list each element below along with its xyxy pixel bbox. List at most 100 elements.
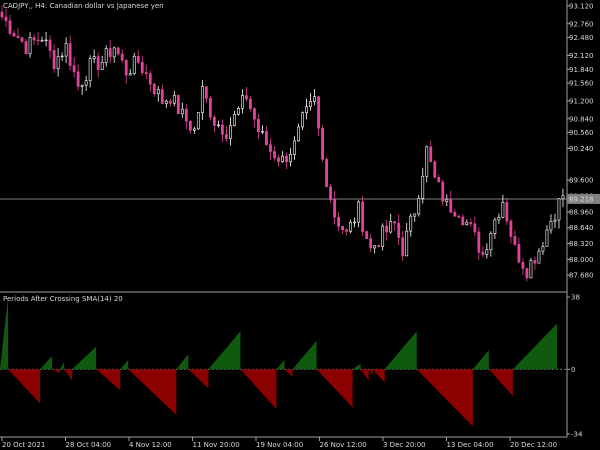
candle-body — [513, 236, 517, 245]
candle-body — [104, 48, 108, 63]
candle — [529, 257, 533, 279]
candle-body — [349, 221, 353, 232]
candle-body — [204, 86, 208, 99]
candle-body — [72, 65, 76, 73]
candle-body — [509, 220, 513, 237]
price-tick-label: 90.560 — [569, 129, 594, 137]
candle-body — [188, 120, 192, 131]
candle-body — [453, 211, 457, 217]
candle — [329, 183, 332, 203]
candle — [361, 196, 365, 236]
candle-body — [497, 217, 501, 221]
candle-body — [389, 221, 393, 233]
candle-body — [92, 56, 96, 60]
candle-body — [16, 35, 20, 38]
symbol-title: CADJPY,, H4: Canadian dollar vs Japanese… — [3, 2, 164, 10]
candle-body — [429, 146, 433, 163]
price-tick-label: 92.120 — [569, 52, 594, 60]
candle-body — [192, 128, 196, 131]
candle-body — [208, 98, 212, 118]
candle-body — [361, 201, 365, 232]
price-tick-label: 89.600 — [569, 177, 594, 185]
time-tick-label: 4 Nov 12:00 — [129, 441, 172, 449]
candle-body — [341, 226, 345, 231]
candle-body — [148, 73, 152, 85]
candle-body — [8, 20, 12, 34]
price-tick-label: 88.640 — [569, 224, 594, 232]
candle-body — [409, 215, 413, 232]
candle-body — [469, 222, 473, 225]
candle-body — [365, 231, 369, 239]
candle-body — [241, 95, 244, 109]
candle-body — [176, 94, 180, 115]
candle-body — [561, 195, 565, 200]
candle-body — [44, 39, 48, 42]
candle-body — [253, 108, 256, 120]
candle-body — [216, 124, 220, 127]
candle-body — [229, 125, 232, 139]
candle-body — [457, 215, 461, 218]
candle-body — [136, 55, 140, 63]
candle-body — [537, 250, 541, 264]
candle-body — [12, 33, 16, 37]
candle — [176, 94, 180, 115]
candle-body — [529, 260, 533, 279]
candle-body — [220, 124, 224, 135]
candle-body — [28, 37, 32, 55]
time-tick-label: 28 Oct 04:00 — [66, 441, 112, 449]
candle-body — [397, 222, 401, 238]
candle-body — [301, 112, 304, 128]
candle-body — [305, 106, 308, 113]
candle-body — [237, 108, 240, 115]
candle-body — [381, 225, 385, 247]
candle-body — [32, 37, 36, 41]
candle-body — [273, 151, 276, 159]
candle-body — [20, 37, 24, 42]
candle-body — [257, 118, 260, 133]
candle-body — [180, 108, 184, 115]
candle-body — [40, 40, 44, 42]
candle — [196, 112, 200, 131]
price-tick-label: 91.840 — [569, 66, 594, 74]
candle-body — [345, 229, 349, 232]
candle-body — [337, 216, 340, 227]
candle-body — [285, 155, 288, 163]
time-tick-label: 13 Dec 04:00 — [447, 441, 494, 449]
candle-body — [52, 50, 56, 70]
candle — [132, 52, 136, 76]
candle-body — [76, 71, 80, 87]
candle-body — [477, 231, 481, 253]
candle — [417, 194, 421, 217]
indicator-tick-label: -34 — [571, 431, 583, 439]
candle-body — [265, 131, 268, 146]
candle-body — [4, 16, 8, 22]
candle-body — [172, 94, 176, 104]
candle-body — [401, 237, 405, 257]
candle-body — [449, 198, 453, 213]
time-tick-label: 19 Nov 04:00 — [256, 441, 303, 449]
candle-body — [200, 86, 204, 113]
price-tick-label: 88.960 — [569, 208, 594, 216]
candle-body — [353, 221, 357, 224]
chart-window[interactable]: CADJPY,, H4: Canadian dollar vs Japanese… — [0, 0, 600, 450]
candle-body — [553, 219, 557, 222]
candle-body — [493, 219, 497, 234]
price-tick-label: 90.240 — [569, 145, 594, 153]
candle-body — [124, 59, 128, 76]
candle-body — [413, 213, 417, 217]
time-tick-label: 26 Nov 12:00 — [320, 441, 367, 449]
candle-body — [473, 223, 477, 233]
price-tick-label: 93.120 — [569, 2, 594, 10]
candle-body — [293, 140, 296, 155]
candle-body — [437, 177, 441, 183]
time-tick-label: 11 Nov 20:00 — [193, 441, 240, 449]
candle-body — [116, 47, 120, 55]
candle-body — [84, 80, 88, 86]
candle-body — [489, 233, 493, 251]
candle-body — [517, 244, 521, 263]
price-tick-label: 92.480 — [569, 34, 594, 42]
candle-body — [421, 175, 425, 199]
candle-body — [317, 96, 320, 129]
candle-body — [405, 230, 409, 257]
price-tick-label: 92.760 — [569, 20, 594, 28]
